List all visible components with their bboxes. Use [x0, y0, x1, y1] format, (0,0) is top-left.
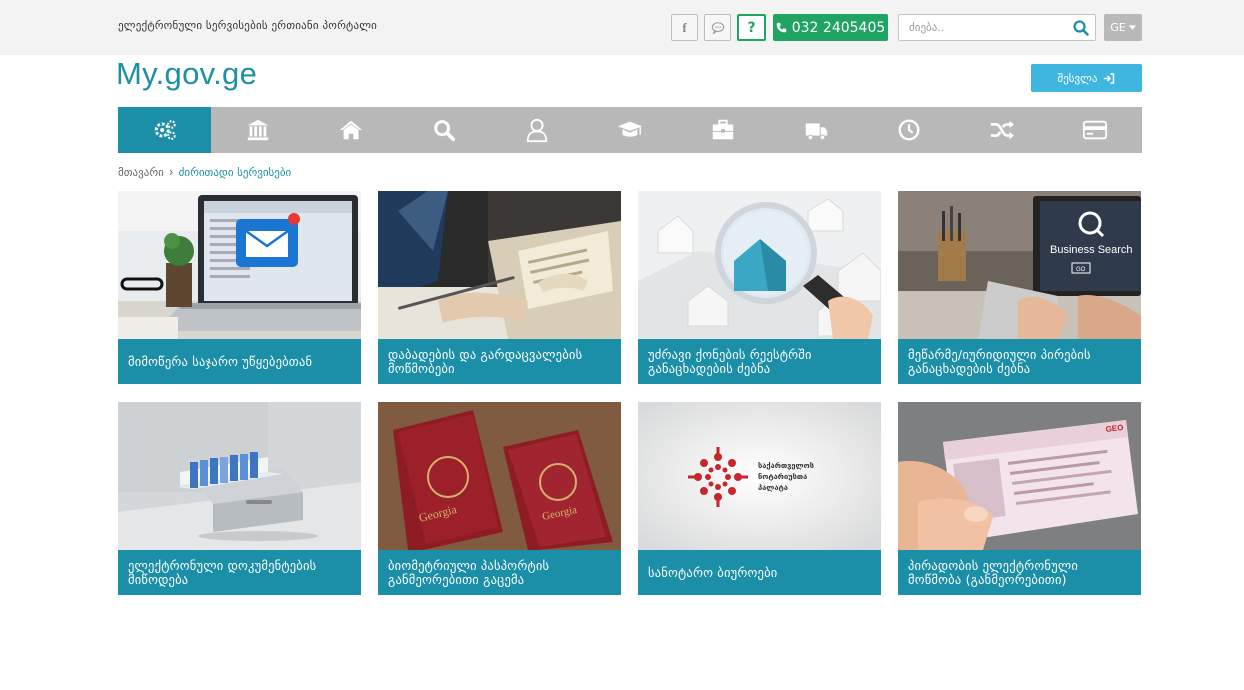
- id-card-image: GEO: [898, 402, 1141, 550]
- truck-icon: [805, 123, 828, 141]
- question-icon: ?: [747, 19, 756, 36]
- nav-item-services[interactable]: [118, 107, 212, 153]
- breadcrumb: მთავარი › ძირითადი სერვისები: [118, 165, 291, 179]
- go-text: GO: [1076, 267, 1086, 273]
- services-grid: მიმოწერა საჯარო უწყებებთან დაბადების და …: [118, 191, 1142, 595]
- clock-icon: [898, 119, 920, 141]
- service-card-correspondence[interactable]: მიმოწერა საჯარო უწყებებთან: [118, 191, 361, 384]
- phone-button[interactable]: 032 2405405: [773, 14, 888, 41]
- gears-icon: [154, 120, 176, 140]
- service-card-id-card[interactable]: GEO პირადობის ელექტრონული მოწმობა (განმე…: [898, 402, 1141, 595]
- nav-item-education[interactable]: [583, 107, 676, 153]
- notary-line-2: ნოტარიუსთა: [758, 472, 807, 481]
- service-card-label: სანოტარო ბიუროები: [638, 550, 881, 595]
- help-button[interactable]: ?: [737, 14, 766, 41]
- category-nav: [118, 107, 1142, 153]
- search-icon: [433, 120, 455, 142]
- passport-image: Georgia Georgia: [378, 402, 621, 550]
- service-card-property-registry[interactable]: უძრავი ქონების რეესტრში განაცხადების ძებ…: [638, 191, 881, 384]
- service-card-label: პირადობის ელექტრონული მოწმობა (განმეორებ…: [898, 550, 1141, 595]
- service-card-business-search[interactable]: Business Search GO მეწარმე/იურიდიული პირ…: [898, 191, 1141, 384]
- service-card-label: დაბადების და გარდაცვალების მოწმობები: [378, 339, 621, 384]
- chat-icon: [711, 21, 724, 34]
- service-card-label: მიმოწერა საჯარო უწყებებთან: [118, 339, 361, 384]
- graduation-cap-icon: [617, 121, 643, 137]
- service-card-label: ბიომეტრიული პასპორტის განმეორებითი გაცემ…: [378, 550, 621, 595]
- notary-image: საქართველოს ნოტარიუსთა პალატა: [638, 402, 881, 550]
- breadcrumb-current[interactable]: ძირითადი სერვისები: [179, 166, 292, 179]
- property-registry-image: [638, 191, 881, 339]
- login-label: შესვლა: [1057, 71, 1098, 85]
- service-card-label: ელექტრონული დოკუმენტების მიწოდება: [118, 550, 361, 595]
- nav-item-history[interactable]: [863, 107, 956, 153]
- nav-item-payments[interactable]: [1049, 107, 1142, 153]
- phone-icon: [776, 22, 787, 33]
- site-logo[interactable]: My.gov.ge: [116, 56, 257, 92]
- caret-down-icon: [1128, 25, 1136, 30]
- shuffle-icon: [991, 120, 1015, 140]
- service-card-label: მეწარმე/იურიდიული პირების განაცხადების ძ…: [898, 339, 1141, 384]
- home-icon: [339, 120, 362, 140]
- service-card-certificates[interactable]: დაბადების და გარდაცვალების მოწმობები: [378, 191, 621, 384]
- portal-title: ელექტრონული სერვისების ერთიანი პორტალი: [118, 19, 378, 32]
- nav-item-property[interactable]: [304, 107, 397, 153]
- sign-in-icon: [1104, 72, 1115, 84]
- service-card-passport[interactable]: Georgia Georgia ბიომეტრიული პასპორტის გა…: [378, 402, 621, 595]
- nav-item-citizen[interactable]: [490, 107, 583, 153]
- nav-item-search[interactable]: [397, 107, 490, 153]
- bank-icon: [247, 119, 268, 141]
- service-card-label: უძრავი ქონების რეესტრში განაცხადების ძებ…: [638, 339, 881, 384]
- documents-image: [118, 402, 361, 550]
- top-bar: ელექტრონული სერვისების ერთიანი პორტალი f…: [0, 0, 1244, 55]
- chat-button[interactable]: [704, 14, 731, 41]
- search-icon[interactable]: [1071, 18, 1091, 38]
- correspondence-image: [118, 191, 361, 339]
- phone-number: 032 2405405: [791, 19, 886, 36]
- nav-item-random[interactable]: [956, 107, 1049, 153]
- search-box: [898, 14, 1096, 41]
- briefcase-icon: [712, 119, 734, 140]
- business-search-image: Business Search GO: [898, 191, 1141, 339]
- nav-item-government[interactable]: [211, 107, 304, 153]
- notary-line-1: საქართველოს: [758, 461, 814, 470]
- chevron-right-icon: ›: [168, 165, 174, 179]
- nav-item-transport[interactable]: [770, 107, 863, 153]
- facebook-button[interactable]: f: [671, 14, 698, 41]
- login-button[interactable]: შესვლა: [1031, 64, 1142, 92]
- credit-card-icon: [1083, 120, 1108, 140]
- language-select[interactable]: GE: [1104, 14, 1142, 41]
- nav-item-business[interactable]: [677, 107, 770, 153]
- service-card-notary[interactable]: საქართველოს ნოტარიუსთა პალატა სანოტარო ბ…: [638, 402, 881, 595]
- user-icon: [526, 118, 548, 143]
- notary-line-3: პალატა: [758, 483, 788, 492]
- language-label: GE: [1110, 21, 1126, 34]
- business-search-text: Business Search: [1050, 244, 1133, 256]
- facebook-icon: f: [682, 19, 687, 35]
- service-card-documents[interactable]: ელექტრონული დოკუმენტების მიწოდება: [118, 402, 361, 595]
- certificates-image: [378, 191, 621, 339]
- search-input[interactable]: [899, 15, 1069, 40]
- breadcrumb-home[interactable]: მთავარი: [118, 166, 164, 179]
